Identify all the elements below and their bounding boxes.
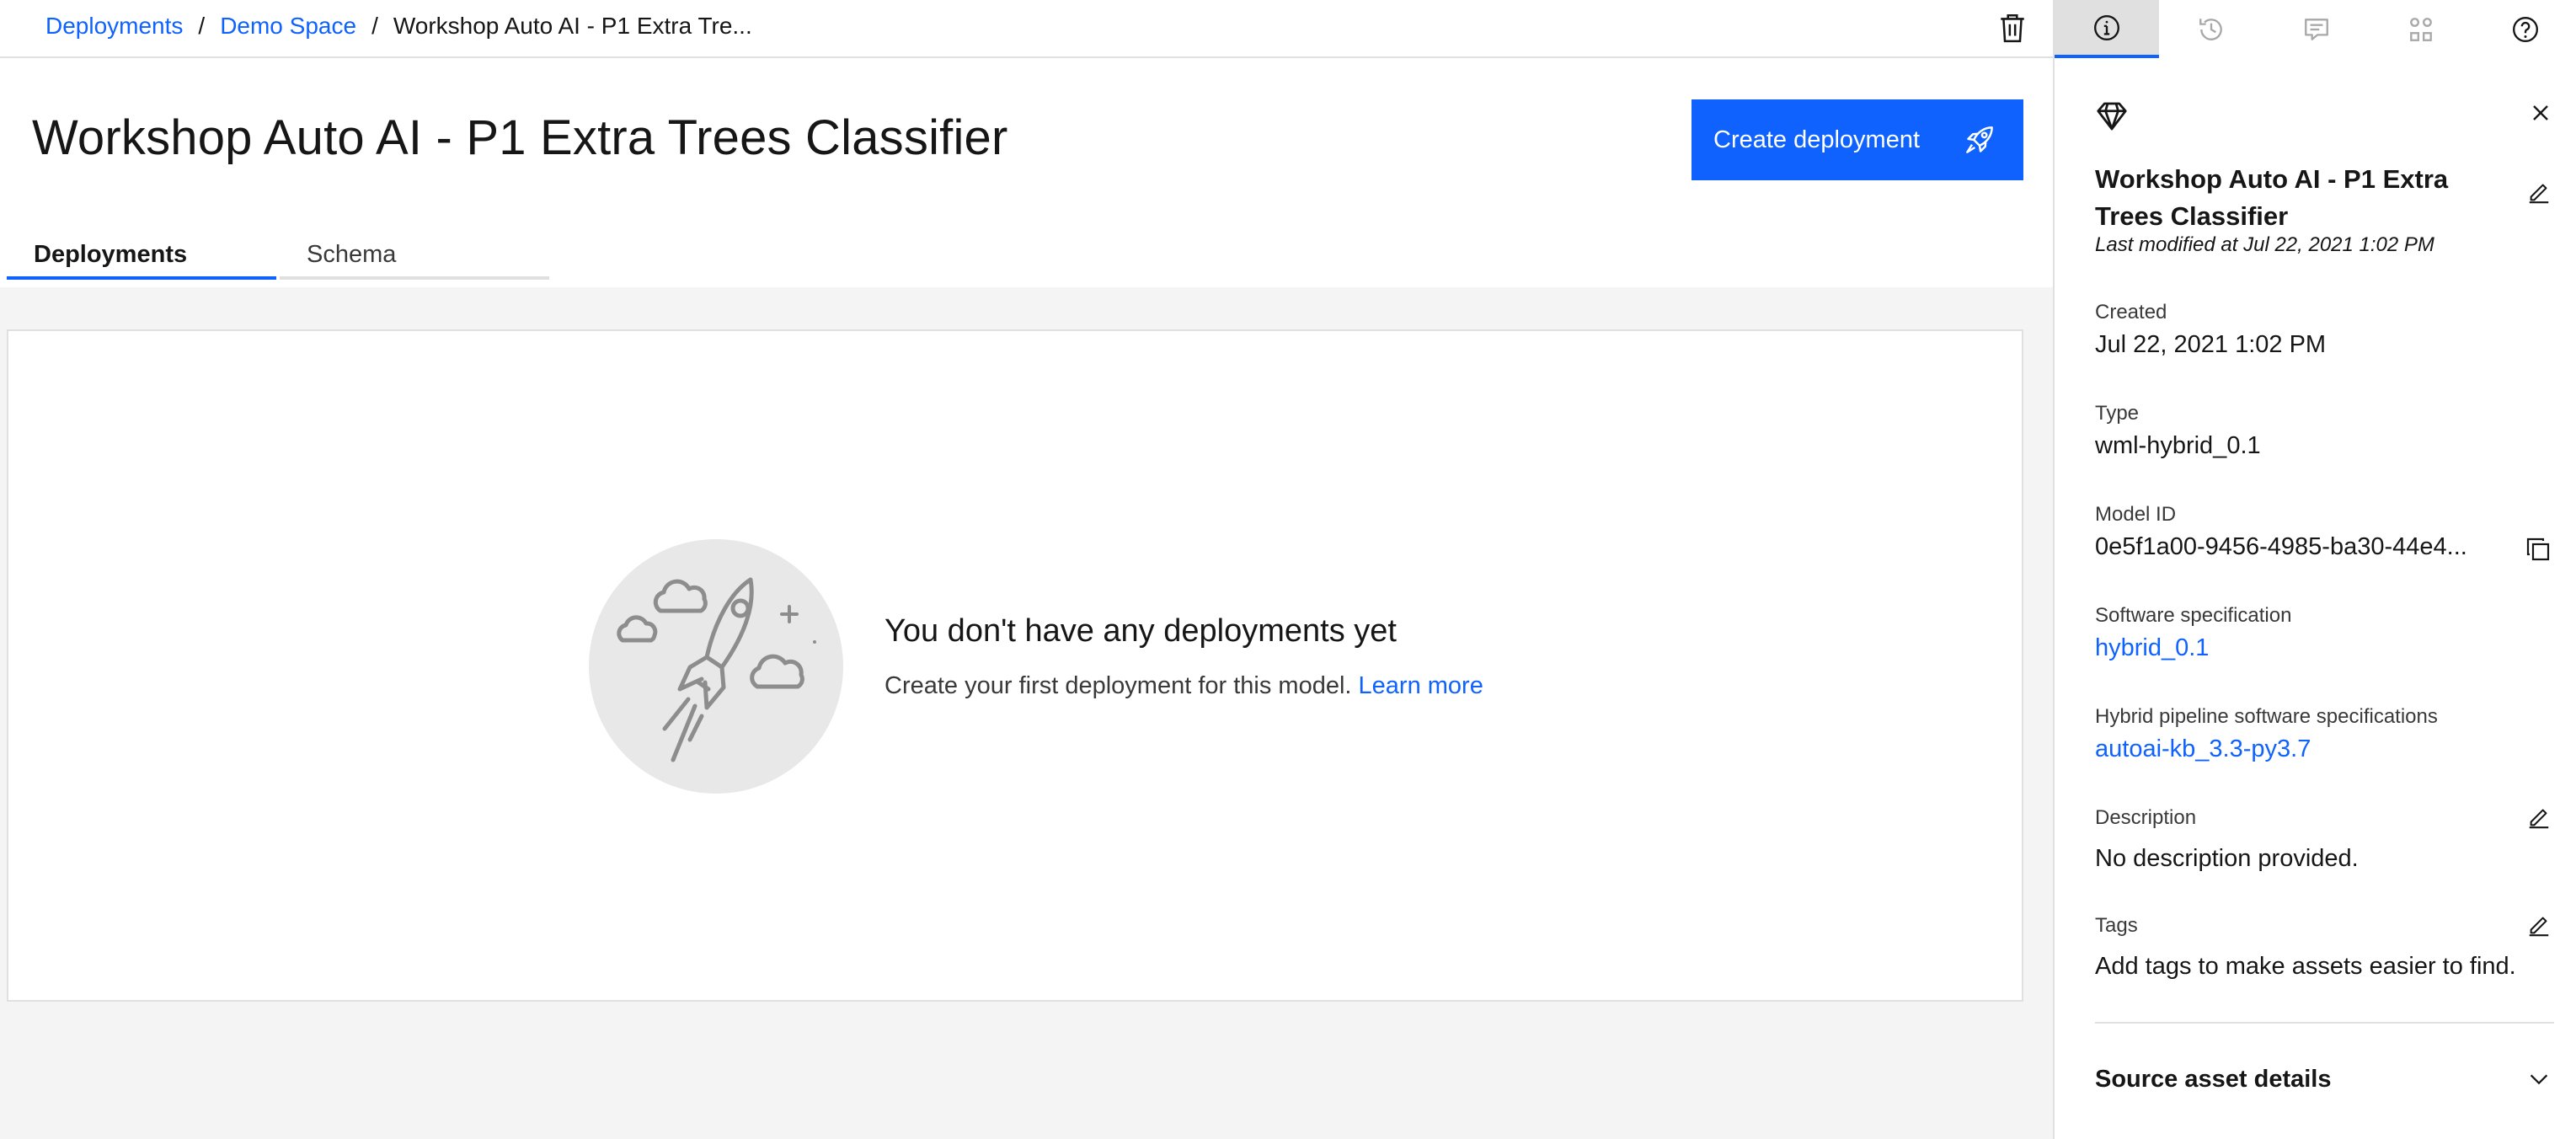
deployments-card: You don't have any deployments yet Creat… xyxy=(7,329,2023,1002)
edit-name-icon[interactable] xyxy=(2526,179,2552,205)
edit-tags-icon[interactable] xyxy=(2526,912,2552,938)
create-deployment-button[interactable]: Create deployment xyxy=(1692,99,2023,180)
top-bar: Deployments / Demo Space / Workshop Auto… xyxy=(0,0,2053,58)
trash-icon[interactable] xyxy=(1998,12,2027,44)
model-diamond-icon xyxy=(2097,102,2127,131)
breadcrumb-separator: / xyxy=(198,13,206,39)
page-title: Workshop Auto AI - P1 Extra Trees Classi… xyxy=(32,110,1008,165)
breadcrumb: Deployments / Demo Space / Workshop Auto… xyxy=(45,12,752,40)
empty-state-text: Create your first deployment for this mo… xyxy=(884,672,1352,699)
information-icon xyxy=(2094,14,2120,40)
related-assets-icon xyxy=(2409,17,2432,41)
empty-state-subtitle: Create your first deployment for this mo… xyxy=(884,671,1483,701)
create-deployment-label: Create deployment xyxy=(1713,126,1921,153)
rocket-icon xyxy=(1966,126,1993,153)
chevron-down-icon[interactable] xyxy=(2526,1067,2552,1092)
history-icon xyxy=(2199,18,2223,40)
model-id-label: Model ID xyxy=(2095,503,2177,526)
edit-description-icon[interactable] xyxy=(2526,805,2552,830)
software-spec-label: Software specification xyxy=(2095,604,2292,627)
tags-value: Add tags to make assets easier to find. xyxy=(2095,953,2516,980)
created-label: Created xyxy=(2095,301,2167,324)
learn-more-link[interactable]: Learn more xyxy=(1359,672,1483,699)
tab-schema[interactable]: Schema xyxy=(280,236,549,280)
hybrid-spec-link[interactable]: autoai-kb_3.3-py3.7 xyxy=(2095,735,2311,763)
asset-name: Workshop Auto AI - P1 Extra Trees Classi… xyxy=(2095,164,2449,231)
panel-tab-help[interactable] xyxy=(2473,0,2576,58)
panel-tabs xyxy=(2055,0,2576,58)
breadcrumb-separator: / xyxy=(371,13,378,39)
created-value: Jul 22, 2021 1:02 PM xyxy=(2095,331,2327,358)
divider xyxy=(2095,1022,2554,1024)
panel-tab-information[interactable] xyxy=(2055,0,2160,58)
tags-label: Tags xyxy=(2095,914,2138,937)
type-label: Type xyxy=(2095,402,2140,425)
source-asset-details-toggle[interactable]: Source asset details xyxy=(2095,1066,2331,1094)
close-icon[interactable] xyxy=(2529,101,2552,125)
copy-icon[interactable] xyxy=(2525,536,2552,563)
model-tabs: Deployments Schema xyxy=(7,236,549,280)
info-panel: Workshop Auto AI - P1 Extra Trees Classi… xyxy=(2053,0,2576,1139)
panel-tab-related[interactable] xyxy=(2369,0,2473,58)
software-spec-link[interactable]: hybrid_0.1 xyxy=(2095,634,2209,662)
breadcrumb-deployments[interactable]: Deployments xyxy=(45,12,183,40)
page-header: Workshop Auto AI - P1 Extra Trees Classi… xyxy=(0,58,2053,287)
tab-deployments[interactable]: Deployments xyxy=(7,236,276,280)
type-value: wml-hybrid_0.1 xyxy=(2095,432,2261,459)
breadcrumb-current: Workshop Auto AI - P1 Extra Tre... xyxy=(393,13,752,39)
empty-state-title: You don't have any deployments yet xyxy=(884,613,1397,649)
last-modified: Last modified at Jul 22, 2021 1:02 PM xyxy=(2095,233,2434,256)
rocket-illustration-icon xyxy=(589,539,843,794)
panel-tab-comments[interactable] xyxy=(2263,0,2368,58)
hybrid-spec-label: Hybrid pipeline software specifications xyxy=(2095,705,2438,728)
breadcrumb-demo-space[interactable]: Demo Space xyxy=(220,12,356,40)
comment-icon xyxy=(2304,18,2328,40)
help-icon xyxy=(2512,16,2538,42)
panel-tab-history[interactable] xyxy=(2159,0,2263,58)
model-id-value: 0e5f1a00-9456-4985-ba30-44e4... xyxy=(2095,533,2467,560)
description-value: No description provided. xyxy=(2095,845,2359,872)
description-label: Description xyxy=(2095,806,2197,829)
